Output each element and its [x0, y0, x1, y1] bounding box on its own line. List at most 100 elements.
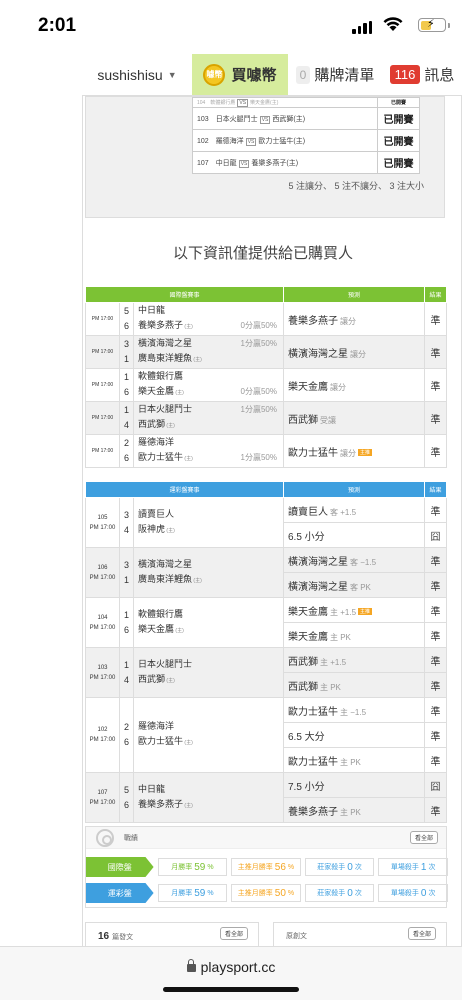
table-header: 運彩盤賽事 預測 結果: [85, 481, 447, 498]
prediction-team: 橫濱海灣之星: [288, 556, 348, 568]
prediction-type: 主 PK: [340, 757, 361, 767]
team-numbers: 34: [119, 497, 134, 548]
target-icon: [96, 829, 114, 847]
teams-cell: 橫濱海灣之星 1分贏50% 廣島東洋鯉魚 (主): [133, 335, 284, 369]
prediction-cell: 養樂多燕子主 PK: [283, 797, 425, 823]
game-id-time: 107 PM 17:00: [85, 772, 120, 823]
vs-icon: VS: [238, 159, 250, 168]
team-numbers: 31: [119, 547, 134, 598]
home-marker: (主): [183, 456, 193, 462]
table-row: 102 羅德海洋 VS 歐力士猛牛(主) 已開賽: [192, 129, 420, 152]
teams-cell: 讀賣巨人 阪神虎 (主): [133, 497, 284, 548]
game-time: PM 17:00: [89, 624, 116, 631]
record-stat: 莊家殺手 0 次: [304, 884, 375, 902]
posts-count-label: 16 篇發文: [98, 931, 134, 942]
user-menu[interactable]: sushishisu ▼: [82, 54, 192, 95]
prediction-team: 樂天金鷹: [288, 381, 328, 393]
home-team: 養樂多燕子 (主) 0分贏50%: [138, 318, 283, 335]
messages-button[interactable]: 116 訊息: [382, 54, 462, 95]
prediction-team: 西武獅: [288, 681, 318, 693]
battery-icon: ⚡: [418, 18, 450, 32]
away-team: 橫濱海灣之星 1分贏50%: [138, 336, 283, 351]
url-bar[interactable]: playsport.cc: [0, 959, 462, 975]
record-see-all-button[interactable]: 看全部: [409, 831, 438, 844]
table-row: 104 PM 17:00 1 6 軟體銀行鷹 樂天金鷹 (主) 樂天金鷹主 +1.5 主推準: [85, 597, 447, 648]
column-header: 運彩盤賽事: [85, 481, 284, 498]
prediction-type: 讓分: [340, 448, 356, 458]
game-time: PM 17:00: [89, 574, 116, 581]
home-number: 1: [123, 574, 129, 585]
home-marker: (主): [165, 527, 175, 534]
odds-text: 1分贏50%: [240, 405, 277, 414]
column-header: 結果: [424, 481, 447, 498]
home-number: 1: [123, 354, 129, 364]
home-number: 4: [123, 420, 129, 430]
prediction-cell: 橫濱海灣之星 讓分: [283, 335, 425, 369]
stat-unit: %: [207, 863, 214, 871]
column-header: 國際盤賽事: [85, 286, 284, 303]
record-header: 戰績 看全部: [86, 827, 446, 849]
posts-see-all-button[interactable]: 看全部: [219, 927, 248, 940]
home-marker: (主): [183, 740, 193, 746]
result-cell: 囧: [424, 522, 447, 548]
original-see-all-button[interactable]: 看全部: [407, 927, 436, 940]
pick-summary: 5 注讓分、 5 注不讓分、 3 注大小: [288, 181, 424, 191]
stat-label: 主推月勝率: [237, 890, 273, 897]
result-cell: 囧: [424, 772, 447, 798]
browser-bottom-bar: playsport.cc: [0, 946, 462, 1000]
home-team: 歐力士猛牛 (主) 1分贏50%: [138, 450, 283, 467]
prediction-team: 樂天金鷹: [288, 631, 328, 643]
record-panel: 戰績 看全部 國際盤 月勝率 59% 主推月勝率 56% 莊家殺手 0 次單場殺手 1 次運彩盤月…: [85, 826, 448, 908]
game-id-time: 106 PM 17:00: [85, 547, 120, 598]
stat-label: 月勝率: [171, 864, 193, 871]
game-time: PM 17:00: [89, 737, 116, 743]
odds-text: 1分贏50%: [240, 339, 277, 348]
team-numbers: 16: [119, 597, 134, 648]
game-id: 107: [97, 789, 108, 796]
result-cell: 準: [424, 368, 447, 402]
game-time: PM 17:00: [85, 302, 120, 336]
game-time: PM 17:00: [89, 674, 116, 681]
buy-coin-button[interactable]: 噱幣 買噱幣: [192, 54, 288, 95]
away-team: 軟體銀行鷹: [210, 99, 236, 106]
game-id-time: 102 PM 17:00: [85, 697, 120, 773]
stat-value: 0: [347, 887, 353, 899]
prediction-team: 6.5 小分: [288, 531, 325, 543]
record-category: 運彩盤: [86, 883, 154, 903]
prediction-cell: 歐力士猛牛主 −1.5: [283, 697, 425, 723]
away-team: 中日龍: [138, 305, 166, 315]
lottery-predictions-table: 運彩盤賽事 預測 結果 105 PM 17:00 3 4 讀賣巨人 阪神虎 (主) 讀賣巨人客 +…: [85, 481, 447, 823]
prediction-team: 橫濱海灣之星: [288, 581, 348, 593]
result-cell: 準: [424, 697, 447, 723]
away-team: 日本火腿鬥士: [138, 658, 193, 669]
game-time: PM 17:00: [85, 368, 120, 402]
stat-label: 單場殺手: [390, 864, 419, 871]
game-time: PM 17:00: [89, 524, 116, 531]
table-row: PM 17:00 5 6 中日龍 養樂多燕子 (主) 0分贏50% 養樂多燕子 讓分準: [85, 302, 447, 336]
stat-label: 月勝率: [171, 890, 193, 897]
teams-cell: 中日龍 養樂多燕子 (主): [133, 772, 284, 823]
prediction-cell: 讀賣巨人客 +1.5: [283, 497, 425, 523]
home-indicator[interactable]: [163, 987, 299, 992]
prediction-team: 歐力士猛牛: [288, 756, 338, 768]
team-numbers: 26: [119, 434, 134, 468]
record-stat: 主推月勝率 50%: [231, 884, 301, 902]
table-row: 102 PM 17:00 2 6 羅德海洋 歐力士猛牛 (主) 歐力士猛牛主 −1.5 準: [85, 697, 447, 773]
vs-icon: VS: [237, 98, 249, 107]
team-numbers: 14: [119, 647, 134, 698]
cart-button[interactable]: 0 購牌清單: [288, 54, 382, 95]
prediction-type: 讓分: [330, 382, 346, 392]
away-number: 3: [123, 339, 129, 349]
record-stat: 月勝率 59%: [157, 858, 228, 876]
teams-cell: 羅德海洋 歐力士猛牛 (主) 1分贏50%: [133, 434, 284, 468]
home-team: 養樂多燕子(主): [251, 159, 299, 167]
prediction-cell: 西武獅主 PK: [283, 672, 425, 698]
table-row: 105 PM 17:00 3 4 讀賣巨人 阪神虎 (主) 讀賣巨人客 +1.5 準: [85, 497, 447, 548]
home-team: 歐力士猛牛(主): [258, 137, 306, 145]
team-numbers: 26: [119, 697, 134, 773]
record-stat: 月勝率 59%: [157, 884, 228, 902]
stat-label: 單場殺手: [390, 890, 419, 897]
home-team: 養樂多燕子 (主): [138, 798, 193, 809]
prediction-team: 橫濱海灣之星: [288, 348, 348, 360]
table-row: 107 中日龍 VS 養樂多燕子(主) 已開賽: [192, 151, 420, 174]
